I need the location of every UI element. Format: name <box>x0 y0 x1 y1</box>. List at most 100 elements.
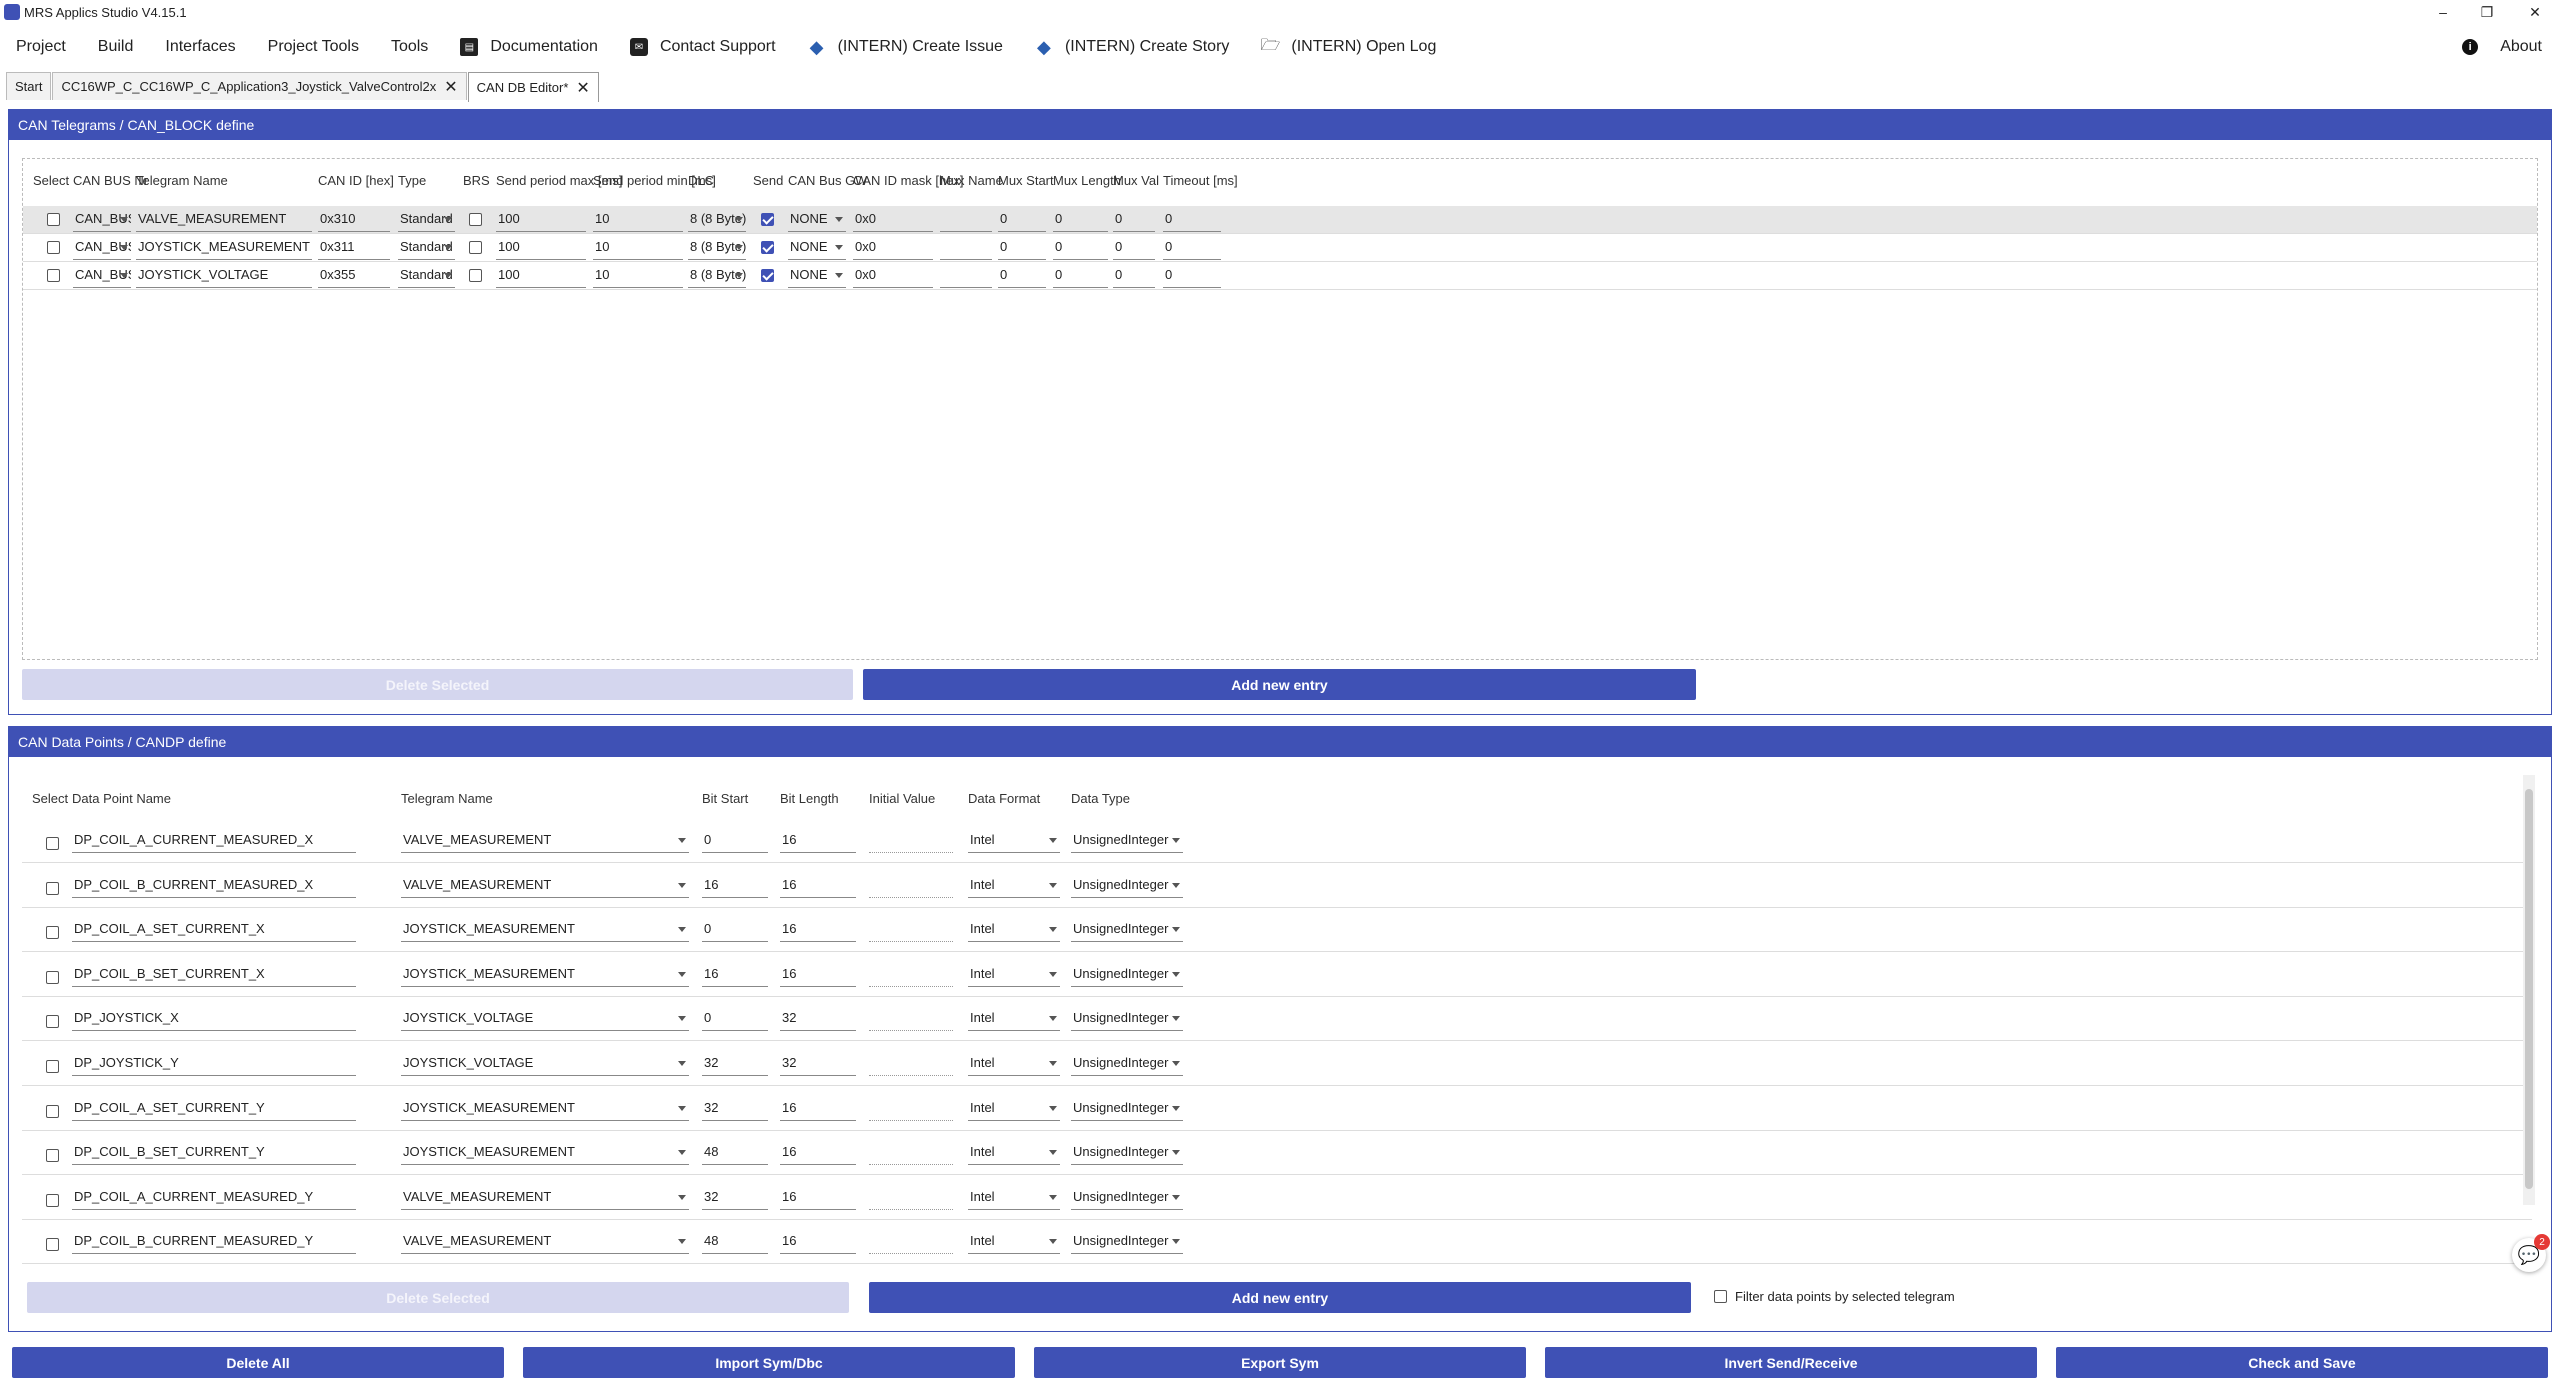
datapoint-type-select[interactable]: UnsignedInteger <box>1071 827 1183 853</box>
select-checkbox[interactable] <box>46 926 59 940</box>
menu-create-issue[interactable]: ◆ (INTERN) Create Issue <box>792 24 1019 70</box>
brs-checkbox[interactable] <box>469 269 482 282</box>
datapoint-type-select[interactable]: UnsignedInteger <box>1071 1139 1183 1166</box>
chat-button[interactable]: 💬 2 <box>2512 1234 2550 1272</box>
telegram-muxval-field[interactable]: 0 <box>1113 234 1155 260</box>
datapoint-type-select[interactable]: UnsignedInteger <box>1071 1005 1183 1032</box>
telegram-timeout-field[interactable]: 0 <box>1163 234 1221 260</box>
datapoint-initial-value-field[interactable] <box>869 872 953 898</box>
menu-project-tools[interactable]: Project Tools <box>252 24 375 70</box>
datapoint-bit-length-field[interactable]: 16 <box>780 916 856 943</box>
add-telegram-button[interactable]: Add new entry <box>863 669 1696 700</box>
telegram-id-field[interactable]: 0x310 <box>318 206 390 232</box>
tab-start[interactable]: Start <box>6 72 52 100</box>
datapoint-name-field[interactable]: DP_COIL_B_CURRENT_MEASURED_Y <box>72 1228 356 1255</box>
select-checkbox[interactable] <box>46 970 59 984</box>
datapoint-initial-value-field[interactable] <box>869 961 953 987</box>
datapoint-format-select[interactable]: Intel <box>968 916 1060 943</box>
datapoint-type-select[interactable]: UnsignedInteger <box>1071 1228 1183 1255</box>
telegram-muxname-field[interactable] <box>940 234 992 260</box>
footer-button-import-sym-dbc[interactable]: Import Sym/Dbc <box>523 1347 1015 1378</box>
datapoint-format-select[interactable]: Intel <box>968 1139 1060 1166</box>
telegram-gw-field[interactable]: NONE <box>788 206 846 232</box>
filter-checkbox[interactable] <box>1714 1290 1727 1303</box>
select-checkbox[interactable] <box>46 1104 59 1118</box>
telegram-min-field[interactable]: 10 <box>593 262 683 288</box>
tab-application[interactable]: CC16WP_C_CC16WP_C_Application3_Joystick_… <box>52 72 467 100</box>
datapoint-bit-start-field[interactable]: 32 <box>702 1095 768 1121</box>
select-checkbox[interactable] <box>47 213 60 226</box>
telegram-dlc-field[interactable]: 8 (8 Byte) <box>688 234 746 260</box>
datapoint-format-select[interactable]: Intel <box>968 1228 1060 1255</box>
datapoint-bit-length-field[interactable]: 16 <box>780 1184 856 1210</box>
datapoint-format-select[interactable]: Intel <box>968 872 1060 898</box>
datapoint-format-select[interactable]: Intel <box>968 1184 1060 1210</box>
datapoint-initial-value-field[interactable] <box>869 1139 953 1166</box>
select-checkbox[interactable] <box>47 241 60 254</box>
close-tab-icon[interactable]: ✕ <box>576 78 589 98</box>
telegram-gw-field[interactable]: NONE <box>788 234 846 260</box>
telegram-bus-field[interactable]: CAN_BUS_0 <box>73 234 131 260</box>
datapoint-initial-value-field[interactable] <box>869 1228 953 1255</box>
datapoint-telegram-select[interactable]: JOYSTICK_MEASUREMENT <box>401 1139 689 1166</box>
datapoint-bit-start-field[interactable]: 48 <box>702 1228 768 1255</box>
telegram-muxlen-field[interactable]: 0 <box>1053 234 1108 260</box>
menu-contact-support[interactable]: ✉ Contact Support <box>614 24 792 70</box>
telegram-muxstart-field[interactable]: 0 <box>998 206 1046 232</box>
datapoint-name-field[interactable]: DP_COIL_A_SET_CURRENT_Y <box>72 1095 356 1121</box>
delete-selected-datapoints-button[interactable]: Delete Selected <box>27 1282 849 1313</box>
datapoint-bit-length-field[interactable]: 16 <box>780 872 856 898</box>
telegram-max-field[interactable]: 100 <box>496 206 586 232</box>
telegram-mask-field[interactable]: 0x0 <box>853 262 933 288</box>
datapoint-format-select[interactable]: Intel <box>968 827 1060 853</box>
datapoint-row[interactable]: DP_COIL_A_CURRENT_MEASURED_X VALVE_MEASUR… <box>22 819 2532 863</box>
telegram-bus-field[interactable]: CAN_BUS_0 <box>73 206 131 232</box>
datapoint-name-field[interactable]: DP_JOYSTICK_Y <box>72 1050 356 1076</box>
select-checkbox[interactable] <box>46 1193 59 1207</box>
telegram-muxlen-field[interactable]: 0 <box>1053 262 1108 288</box>
datapoint-bit-start-field[interactable]: 16 <box>702 961 768 987</box>
datapoint-telegram-select[interactable]: VALVE_MEASUREMENT <box>401 872 689 898</box>
datapoint-name-field[interactable]: DP_COIL_B_SET_CURRENT_X <box>72 961 356 987</box>
minimize-icon[interactable]: – <box>2428 0 2458 24</box>
select-checkbox[interactable] <box>47 269 60 282</box>
datapoint-initial-value-field[interactable] <box>869 1095 953 1121</box>
footer-button-delete-all[interactable]: Delete All <box>12 1347 504 1378</box>
datapoint-format-select[interactable]: Intel <box>968 961 1060 987</box>
datapoint-bit-start-field[interactable]: 16 <box>702 872 768 898</box>
menu-open-log[interactable]: 🗁 (INTERN) Open Log <box>1245 24 1452 70</box>
datapoint-row[interactable]: DP_JOYSTICK_X JOYSTICK_VOLTAGE 0 32 Intel Uns… <box>22 997 2532 1042</box>
telegram-mask-field[interactable]: 0x0 <box>853 234 933 260</box>
menu-interfaces[interactable]: Interfaces <box>149 24 251 70</box>
telegram-muxname-field[interactable] <box>940 262 992 288</box>
datapoint-telegram-select[interactable]: JOYSTICK_VOLTAGE <box>401 1050 689 1076</box>
datapoint-name-field[interactable]: DP_COIL_B_CURRENT_MEASURED_X <box>72 872 356 898</box>
telegram-muxlen-field[interactable]: 0 <box>1053 206 1108 232</box>
telegram-row[interactable]: CAN_BUS_0VALVE_MEASUREMENT0x310 Standard 1… <box>23 206 2537 234</box>
datapoint-row[interactable]: DP_COIL_B_SET_CURRENT_X JOYSTICK_MEASUREM… <box>22 953 2532 997</box>
datapoint-format-select[interactable]: Intel <box>968 1005 1060 1032</box>
datapoint-initial-value-field[interactable] <box>869 1050 953 1076</box>
datapoint-bit-start-field[interactable]: 0 <box>702 916 768 943</box>
filter-by-telegram[interactable]: Filter data points by selected telegram <box>1714 1289 1955 1304</box>
datapoint-type-select[interactable]: UnsignedInteger <box>1071 1184 1183 1210</box>
datapoint-telegram-select[interactable]: VALVE_MEASUREMENT <box>401 1184 689 1210</box>
datapoint-bit-start-field[interactable]: 0 <box>702 827 768 853</box>
restore-icon[interactable]: ❐ <box>2472 0 2502 24</box>
telegram-timeout-field[interactable]: 0 <box>1163 206 1221 232</box>
datapoint-name-field[interactable]: DP_COIL_A_CURRENT_MEASURED_X <box>72 827 356 853</box>
footer-button-export-sym[interactable]: Export Sym <box>1034 1347 1526 1378</box>
menu-build[interactable]: Build <box>82 24 150 70</box>
datapoint-telegram-select[interactable]: JOYSTICK_MEASUREMENT <box>401 961 689 987</box>
datapoint-type-select[interactable]: UnsignedInteger <box>1071 1050 1183 1076</box>
telegram-row[interactable]: CAN_BUS_0JOYSTICK_VOLTAGE0x355 Standard 10… <box>23 262 2537 290</box>
telegram-min-field[interactable]: 10 <box>593 206 683 232</box>
datapoint-row[interactable]: DP_COIL_A_SET_CURRENT_X JOYSTICK_MEASUREM… <box>22 908 2532 953</box>
menu-create-story[interactable]: ◆ (INTERN) Create Story <box>1019 24 1245 70</box>
datapoint-row[interactable]: DP_COIL_B_CURRENT_MEASURED_Y VALVE_MEASUR… <box>22 1220 2532 1265</box>
telegram-muxval-field[interactable]: 0 <box>1113 206 1155 232</box>
about-menu[interactable]: i About <box>2462 24 2542 70</box>
datapoint-type-select[interactable]: UnsignedInteger <box>1071 872 1183 898</box>
datapoints-scrollbar[interactable] <box>2523 775 2535 1205</box>
datapoint-telegram-select[interactable]: VALVE_MEASUREMENT <box>401 827 689 853</box>
